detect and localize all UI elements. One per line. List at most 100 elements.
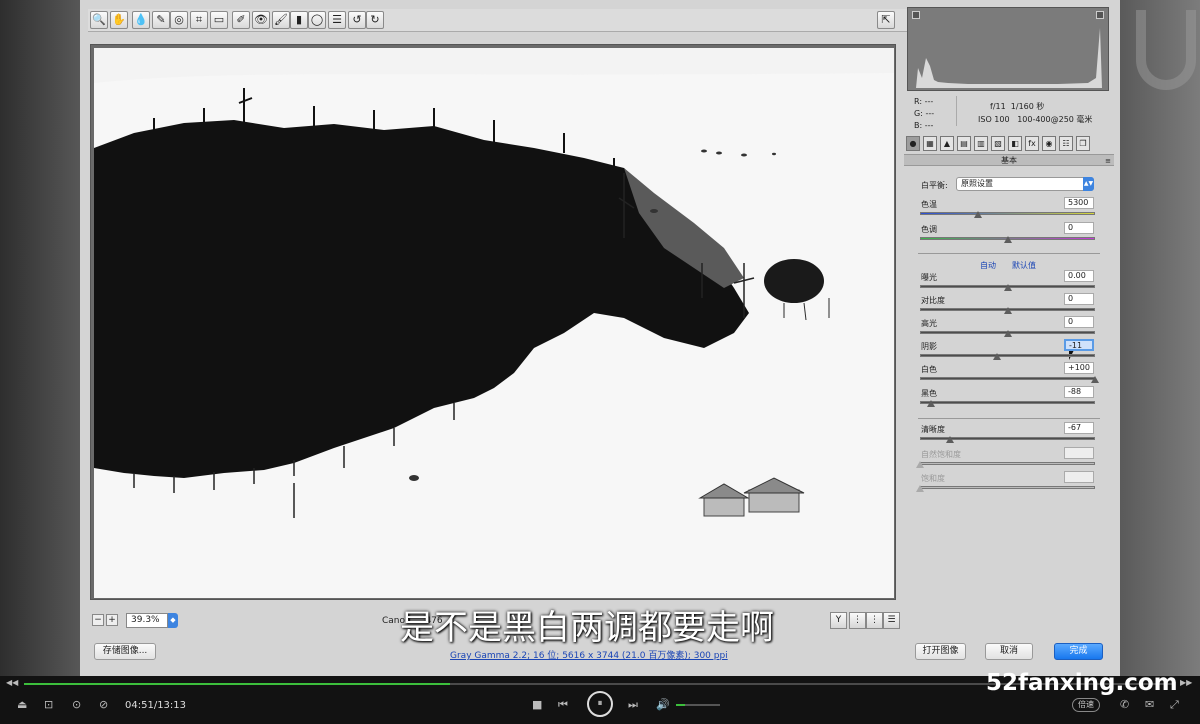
- rgb-readout: R: --- G: --- B: ---: [914, 96, 934, 132]
- adjustment-tab-3[interactable]: ▲: [940, 136, 954, 151]
- white-balance-tool[interactable]: 💧: [132, 11, 150, 29]
- blacks-slider[interactable]: [920, 401, 1095, 404]
- vibrance-label: 自然饱和度: [921, 450, 961, 459]
- whites-slider-thumb[interactable]: [1091, 376, 1099, 383]
- contrast-value-field[interactable]: 0: [1064, 293, 1094, 305]
- highlights-slider-thumb[interactable]: [1003, 330, 1012, 337]
- radial-filter-tool[interactable]: ◯: [308, 11, 326, 29]
- fullscreen-button[interactable]: ⇱: [877, 11, 895, 29]
- view-toggle-button-2[interactable]: ⋮: [849, 612, 866, 629]
- adjustment-tab-11[interactable]: ❐: [1076, 136, 1090, 151]
- danmaku-icon[interactable]: ⊘: [99, 698, 108, 711]
- vibrance-slider-thumb[interactable]: [916, 461, 924, 468]
- tint-slider-thumb[interactable]: [1003, 236, 1012, 243]
- graduated-filter-tool[interactable]: ▮: [290, 11, 308, 29]
- phone-icon[interactable]: ✆: [1120, 698, 1129, 711]
- blue-value: ---: [924, 121, 934, 130]
- volume-slider[interactable]: [676, 704, 720, 706]
- panel-title: 基本: [1001, 156, 1017, 165]
- whites-slider[interactable]: [920, 377, 1095, 380]
- previous-button[interactable]: ⏮: [558, 698, 568, 712]
- done-button[interactable]: 完成: [1054, 643, 1103, 660]
- zoom-in-button[interactable]: +: [106, 614, 118, 626]
- default-link[interactable]: 默认值: [1012, 260, 1036, 271]
- speed-button[interactable]: 倍速: [1072, 698, 1100, 712]
- shadows-slider[interactable]: [920, 354, 1095, 357]
- spot-removal-tool[interactable]: ✐: [232, 11, 250, 29]
- temp-slider-thumb[interactable]: [973, 211, 982, 218]
- crop-tool[interactable]: ⌗: [190, 11, 208, 29]
- eject-icon[interactable]: ⏏: [17, 698, 27, 711]
- forward-icon[interactable]: ▶▶: [1180, 678, 1192, 687]
- adjustment-tab-7[interactable]: ◧: [1008, 136, 1022, 151]
- saturation-slider-thumb[interactable]: [916, 485, 924, 492]
- auto-link[interactable]: 自动: [980, 260, 996, 271]
- straighten-tool[interactable]: ▭: [210, 11, 228, 29]
- whites-value-field[interactable]: +100: [1064, 362, 1094, 374]
- rotate-right-tool[interactable]: ↻: [366, 11, 384, 29]
- record-icon[interactable]: ⊙: [72, 698, 81, 711]
- shadows-value-field[interactable]: -11: [1064, 339, 1094, 351]
- rewind-icon[interactable]: ◀◀: [6, 678, 18, 687]
- adjustment-tabs: ● ▦ ▲ ▤ ▥ ▧ ◧ fx ◉ ☷ ❐: [904, 134, 1114, 154]
- pause-button[interactable]: ⏸: [587, 691, 613, 717]
- tint-value-field[interactable]: 0: [1064, 222, 1094, 234]
- white-balance-value: 原照设置: [961, 179, 993, 188]
- preferences-tool[interactable]: ☰: [328, 11, 346, 29]
- panel-menu-icon[interactable]: ≡: [1105, 157, 1111, 165]
- next-button[interactable]: ⏭: [628, 698, 638, 712]
- volume-fill: [676, 704, 685, 706]
- view-toggle-button-1[interactable]: Y: [830, 612, 847, 629]
- rotate-left-tool[interactable]: ↺: [348, 11, 366, 29]
- vibrance-slider[interactable]: [920, 462, 1095, 465]
- adjustment-brush-tool[interactable]: 🖌: [272, 11, 290, 29]
- lens-info: ISO 100 100-400@250 毫米: [978, 114, 1092, 125]
- background-right: [1120, 0, 1200, 676]
- adjustment-tab-9[interactable]: ◉: [1042, 136, 1056, 151]
- hand-tool[interactable]: ✋: [110, 11, 128, 29]
- red-eye-tool[interactable]: 👁: [252, 11, 270, 29]
- fullscreen-icon[interactable]: ⤢: [1170, 698, 1179, 712]
- blue-label: B:: [914, 121, 923, 130]
- red-value: ---: [924, 97, 934, 106]
- message-icon[interactable]: ✉: [1145, 698, 1154, 711]
- volume-icon[interactable]: 🔊: [656, 698, 670, 711]
- saturation-value-field[interactable]: [1064, 471, 1094, 483]
- zoom-dropdown-arrow[interactable]: ◆: [168, 613, 178, 628]
- adjustment-tab-8[interactable]: fx: [1025, 136, 1039, 151]
- color-sampler-tool[interactable]: ✎: [152, 11, 170, 29]
- zoom-tool[interactable]: 🔍: [90, 11, 108, 29]
- adjustment-tab-2[interactable]: ▦: [923, 136, 937, 151]
- temp-slider[interactable]: [920, 212, 1095, 215]
- saturation-slider[interactable]: [920, 486, 1095, 489]
- clarity-slider-thumb[interactable]: [945, 436, 954, 443]
- exposure-value-field[interactable]: 0.00: [1064, 270, 1094, 282]
- stop-button[interactable]: ■: [532, 698, 542, 711]
- workflow-options-link[interactable]: Gray Gamma 2.2; 16 位; 5616 x 3744 (21.0 …: [450, 648, 728, 661]
- view-toggle-button-3[interactable]: ⋮: [866, 612, 883, 629]
- adjustment-tab-1[interactable]: ●: [906, 136, 920, 151]
- shadows-slider-thumb[interactable]: [993, 353, 1001, 360]
- contrast-slider-thumb[interactable]: [1003, 307, 1012, 314]
- blacks-slider-thumb[interactable]: [926, 400, 935, 407]
- clarity-value-field[interactable]: -67: [1064, 422, 1094, 434]
- adjustment-tab-4[interactable]: ▤: [957, 136, 971, 151]
- save-image-button[interactable]: 存储图像...: [94, 643, 156, 660]
- targeted-adjustment-tool[interactable]: ◎: [170, 11, 188, 29]
- exposure-slider-thumb[interactable]: [1003, 284, 1012, 291]
- screenshot-icon[interactable]: ⊡: [44, 698, 53, 711]
- white-balance-select[interactable]: 原照设置 ▲▼: [956, 177, 1094, 191]
- view-settings-button[interactable]: ☰: [883, 612, 900, 629]
- cancel-button[interactable]: 取消: [985, 643, 1033, 660]
- adjustment-tab-10[interactable]: ☷: [1059, 136, 1073, 151]
- temp-value-field[interactable]: 5300: [1064, 197, 1094, 209]
- vibrance-value-field[interactable]: [1064, 447, 1094, 459]
- image-preview[interactable]: [90, 44, 896, 600]
- open-image-button[interactable]: 打开图像: [915, 643, 966, 660]
- blacks-value-field[interactable]: -88: [1064, 386, 1094, 398]
- adjustment-tab-5[interactable]: ▥: [974, 136, 988, 151]
- zoom-level-field[interactable]: 39.3%: [126, 613, 168, 628]
- zoom-out-button[interactable]: −: [92, 614, 104, 626]
- adjustment-tab-6[interactable]: ▧: [991, 136, 1005, 151]
- highlights-value-field[interactable]: 0: [1064, 316, 1094, 328]
